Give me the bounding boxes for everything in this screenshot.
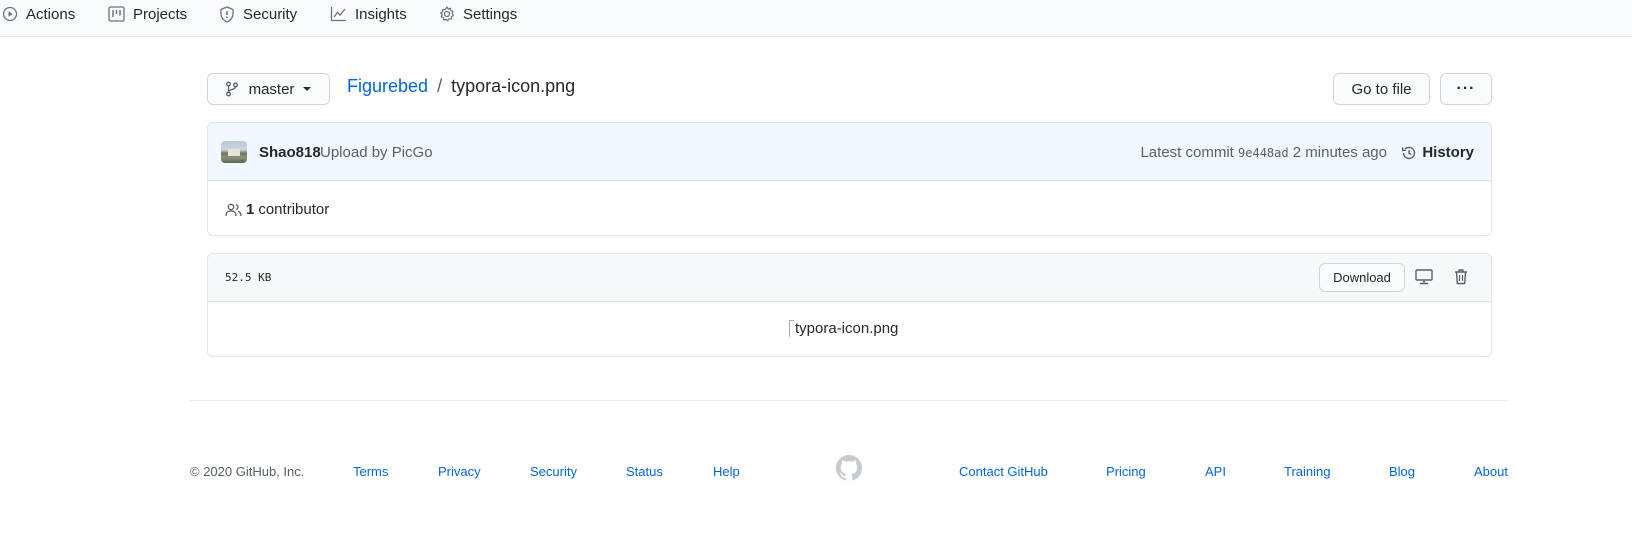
- footer-link-privacy[interactable]: Privacy: [438, 464, 481, 479]
- commit-sha-link[interactable]: 9e448ad: [1238, 146, 1289, 160]
- footer-copyright: © 2020 GitHub, Inc.: [190, 464, 305, 479]
- image-alt-text: typora-icon.png: [795, 320, 899, 337]
- nav-item-label: Projects: [133, 5, 188, 23]
- history-icon: [1402, 146, 1416, 159]
- avatar[interactable]: [221, 141, 247, 163]
- broken-image-icon: [789, 320, 794, 337]
- desktop-icon[interactable]: [1415, 269, 1433, 285]
- commit-time: 2 minutes ago: [1292, 144, 1387, 161]
- breadcrumb-separator: /: [437, 76, 443, 96]
- footer-link-terms[interactable]: Terms: [353, 464, 388, 479]
- footer-link-blog[interactable]: Blog: [1389, 464, 1415, 479]
- nav-item-label: Security: [243, 5, 298, 23]
- nav-item-actions[interactable]: Actions: [2, 0, 75, 28]
- trash-icon[interactable]: [1453, 268, 1469, 285]
- nav-item-insights[interactable]: Insights: [330, 0, 407, 28]
- breadcrumb-file: typora-icon.png: [451, 76, 576, 96]
- branch-selector[interactable]: master: [207, 73, 330, 105]
- footer-link-security[interactable]: Security: [530, 464, 577, 479]
- commit-box: Shao818 Upload by PicGo Latest commit 9e…: [207, 122, 1492, 236]
- commit-message[interactable]: Upload by PicGo: [320, 144, 433, 161]
- footer-link-api[interactable]: API: [1205, 464, 1226, 479]
- footer-link-contact[interactable]: Contact GitHub: [959, 464, 1048, 479]
- git-branch-icon: [225, 81, 238, 97]
- play-circle-icon: [2, 6, 18, 22]
- contributors-row[interactable]: 1 contributor: [225, 201, 329, 218]
- graph-icon: [330, 7, 346, 22]
- footer-link-pricing[interactable]: Pricing: [1106, 464, 1146, 479]
- history-link[interactable]: History: [1401, 144, 1474, 161]
- download-label: Download: [1333, 270, 1391, 285]
- breadcrumb: Figurebed / typora-icon.png: [347, 76, 575, 97]
- image-preview: typora-icon.png: [789, 320, 898, 337]
- branch-name: master: [248, 80, 295, 98]
- kebab-horizontal-icon: ···: [1456, 80, 1476, 97]
- file-header: 52.5 KB Download: [208, 254, 1491, 302]
- github-logo-icon[interactable]: [836, 455, 862, 481]
- footer-link-about[interactable]: About: [1474, 464, 1508, 479]
- file-box: 52.5 KB Download typora-icon.png: [207, 253, 1492, 357]
- contributor-count: 1: [246, 201, 255, 218]
- commit-author[interactable]: Shao818: [259, 144, 321, 161]
- nav-item-label: Settings: [463, 5, 518, 23]
- gear-icon: [440, 6, 455, 22]
- chevron-down-icon: [303, 87, 312, 91]
- project-board-icon: [108, 6, 125, 22]
- nav-item-security[interactable]: Security: [219, 0, 297, 28]
- repo-nav: Actions Projects Security Insights Setti…: [0, 0, 1632, 37]
- footer-link-status[interactable]: Status: [626, 464, 663, 479]
- footer-link-training[interactable]: Training: [1284, 464, 1330, 479]
- file-size: 52.5 KB: [225, 271, 272, 284]
- people-icon: [225, 203, 242, 216]
- more-options-button[interactable]: ···: [1440, 73, 1492, 105]
- breadcrumb-repo-link[interactable]: Figurebed: [347, 76, 428, 96]
- download-button[interactable]: Download: [1319, 263, 1405, 292]
- commit-header: Shao818 Upload by PicGo Latest commit 9e…: [208, 123, 1491, 181]
- footer-link-help[interactable]: Help: [713, 464, 740, 479]
- nav-item-settings[interactable]: Settings: [439, 0, 517, 28]
- nav-item-label: Actions: [26, 5, 76, 23]
- latest-commit-info: Latest commit 9e448ad 2 minutes ago: [1140, 144, 1387, 161]
- contributor-label: contributor: [258, 201, 330, 218]
- footer-divider: [190, 400, 1508, 401]
- go-to-file-button[interactable]: Go to file: [1333, 73, 1430, 105]
- shield-icon: [220, 5, 234, 23]
- history-label: History: [1422, 144, 1474, 161]
- latest-commit-prefix: Latest commit: [1140, 144, 1234, 161]
- go-to-file-label: Go to file: [1351, 80, 1412, 98]
- nav-item-label: Insights: [355, 5, 407, 23]
- nav-item-projects[interactable]: Projects: [108, 0, 187, 28]
